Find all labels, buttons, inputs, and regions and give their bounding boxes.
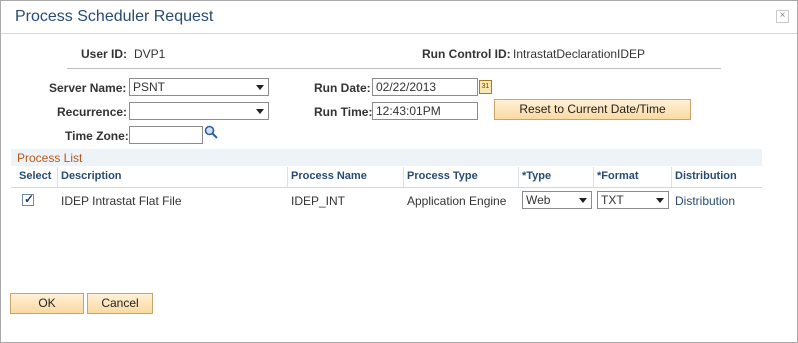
magnifier-icon[interactable] [204,125,218,139]
server-name-label: Server Name: [49,81,127,95]
reset-date-time-button[interactable]: Reset to Current Date/Time [494,99,691,120]
user-id-value: DVP1 [134,47,166,61]
chevron-down-icon [256,85,264,90]
check-icon: ✓ [24,192,35,206]
recurrence-label: Recurrence: [57,105,128,119]
column-divider [57,167,58,187]
row-process-type: Application Engine [407,194,507,208]
column-header-type: *Type [522,170,552,182]
run-date-label: Run Date: [314,81,371,95]
calendar-icon[interactable]: 31 [479,80,492,94]
close-icon[interactable]: × [776,10,789,23]
column-header-format: *Format [597,170,639,182]
cancel-button[interactable]: Cancel [87,293,153,314]
row-description: IDEP Intrastat Flat File [61,194,182,208]
column-divider [518,167,519,187]
header-divider [67,68,721,69]
format-value: TXT [601,193,624,207]
column-header-process-name: Process Name [291,170,367,182]
column-divider [671,167,672,187]
column-divider [287,167,288,187]
column-header-process-type: Process Type [407,170,478,182]
type-select[interactable]: Web [522,191,592,209]
process-list-grid-header [11,167,762,188]
process-scheduler-dialog: Process Scheduler Request × User ID: DVP… [0,0,798,343]
recurrence-select[interactable] [129,102,269,120]
process-list-section-header: Process List [11,149,762,166]
run-control-id-value: IntrastatDeclarationIDEP [513,47,646,61]
column-divider [593,167,594,187]
chevron-down-icon [656,198,664,203]
time-zone-input[interactable] [129,126,203,144]
ok-button[interactable]: OK [10,293,84,314]
column-header-select: Select [19,170,52,182]
dialog-title: Process Scheduler Request [15,8,214,25]
row-process-name: IDEP_INT [291,194,346,208]
type-value: Web [526,193,551,207]
server-name-select[interactable]: PSNT [129,78,269,96]
run-time-label: Run Time: [314,105,373,119]
server-name-value: PSNT [133,80,166,94]
run-date-input[interactable]: 02/22/2013 [372,78,478,96]
column-divider [403,167,404,187]
select-checkbox[interactable]: ✓ [22,192,35,206]
time-zone-label: Time Zone: [65,129,129,143]
chevron-down-icon [579,198,587,203]
run-control-id-label: Run Control ID: [422,47,511,61]
user-id-label: User ID: [81,47,128,61]
process-list-title: Process List [17,151,83,165]
format-select[interactable]: TXT [597,191,669,209]
distribution-link[interactable]: Distribution [675,194,735,208]
column-header-description: Description [61,170,122,182]
chevron-down-icon [256,109,264,114]
run-time-input[interactable]: 12:43:01PM [372,102,478,120]
column-header-distribution: Distribution [675,170,737,182]
dialog-titlebar: Process Scheduler Request × [1,1,797,34]
